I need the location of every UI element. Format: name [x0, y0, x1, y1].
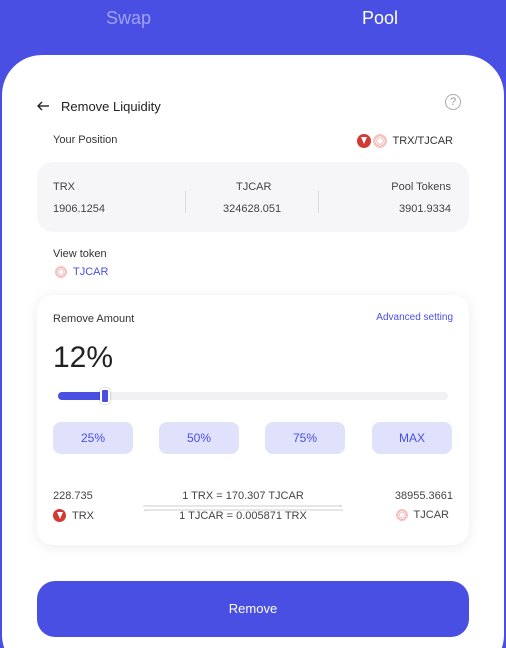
position-stats: TRX 1906.1254 TJCAR 324628.051 Pool Toke… [37, 162, 469, 232]
trx-token-icon [53, 509, 66, 522]
tjcar-token-icon [55, 266, 67, 278]
percent-75-button[interactable]: 75% [265, 422, 345, 454]
question-circle-icon[interactable]: ? [445, 94, 461, 110]
remove-amount-label: Remove Amount [53, 313, 135, 325]
output-tjcar-symbol: TJCAR [413, 509, 449, 521]
page-title: Remove Liquidity [61, 98, 161, 114]
top-tabs: Swap Pool [0, 0, 506, 50]
stat-tjcar-value: 324628.051 [223, 203, 282, 215]
remove-amount-panel: Remove Amount Advanced setting 12% 25% 5… [37, 295, 469, 545]
tjcar-token-icon [372, 134, 387, 148]
slider-handle[interactable] [99, 388, 110, 404]
tjcar-token-icon [395, 509, 408, 521]
view-token-name: TJCAR [73, 266, 109, 278]
exchange-rate: 1 TRX = 170.307 TJCAR 1 TJCAR = 0.005871… [143, 486, 343, 528]
stat-trx-value: 1906.1254 [53, 203, 105, 215]
pair-name: TRX/TJCAR [392, 135, 454, 147]
output-tjcar-token: TJCAR [395, 509, 449, 521]
rate-trx-to-tjcar: 1 TRX = 170.307 TJCAR [182, 490, 304, 502]
output-trx-symbol: TRX [72, 509, 94, 522]
percent-50-button[interactable]: 50% [159, 422, 239, 454]
percent-max-button[interactable]: MAX [372, 422, 452, 454]
page-header: Remove Liquidity [36, 97, 161, 115]
remove-button[interactable]: Remove [37, 581, 469, 637]
back-arrow-icon[interactable] [36, 99, 50, 113]
tab-pool[interactable]: Pool [362, 8, 398, 29]
view-token-link[interactable]: TJCAR [55, 266, 108, 278]
advanced-setting-link[interactable]: Advanced setting [376, 312, 453, 323]
amount-slider[interactable] [58, 388, 448, 404]
percent-25-button[interactable]: 25% [53, 422, 133, 454]
tab-swap[interactable]: Swap [106, 8, 151, 29]
percent-display: 12% [53, 341, 114, 374]
stat-divider [185, 191, 186, 213]
stat-trx-label: TRX [53, 181, 75, 193]
trx-token-icon [356, 134, 371, 148]
slider-fill [58, 392, 105, 400]
view-token-label: View token [53, 248, 107, 260]
pair-badge: TRX/TJCAR [356, 134, 454, 148]
output-trx-token: TRX [53, 509, 94, 522]
stat-tjcar-label: TJCAR [236, 181, 272, 193]
output-tjcar-amount: 38955.3661 [394, 490, 453, 502]
stat-pool-tokens-value: 3901.9334 [399, 203, 451, 215]
your-position-label: Your Position [53, 134, 118, 146]
stat-divider [318, 191, 319, 213]
rate-tjcar-to-trx: 1 TJCAR = 0.005871 TRX [179, 510, 307, 522]
output-trx-amount: 228.735 [53, 490, 93, 502]
stat-pool-tokens-label: Pool Tokens [391, 181, 451, 193]
